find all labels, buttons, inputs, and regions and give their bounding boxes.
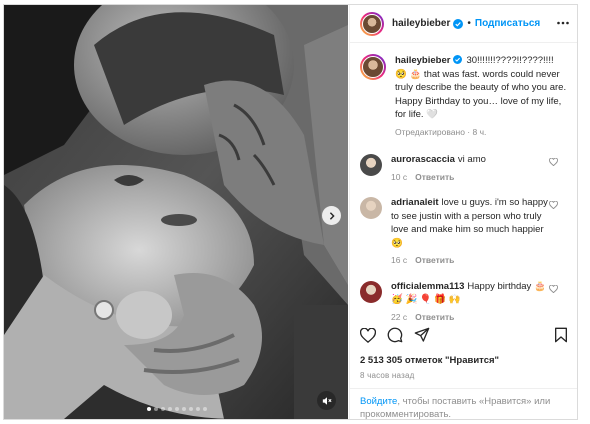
- author-avatar[interactable]: [360, 11, 384, 36]
- action-bar: [360, 323, 568, 347]
- comment-time: 16 с: [391, 255, 408, 265]
- likes-count[interactable]: 2 513 305 отметок "Нравится": [360, 355, 499, 366]
- commenter-username[interactable]: officialemma113: [391, 281, 464, 292]
- carousel-dot: [168, 407, 172, 411]
- comment-time: 22 с: [391, 311, 408, 321]
- comment-time: 10 с: [391, 171, 408, 182]
- carousel-dot: [196, 407, 200, 411]
- comments-list: haileybieber 30!!!!!!!????!!????!!!! 🥺 🎂 …: [350, 44, 577, 321]
- carousel-dot: [154, 407, 158, 411]
- header-separator: •: [467, 18, 471, 29]
- bookmark-icon: [555, 327, 567, 343]
- post-media[interactable]: [4, 5, 348, 419]
- carousel-dot: [182, 407, 186, 411]
- comment-item: aurorascaccia vi amo 10 с Ответить: [360, 153, 568, 184]
- like-button[interactable]: [360, 327, 376, 343]
- comment-item: adrianaleit love u guys. i'm so happy to …: [360, 196, 568, 268]
- commenter-username[interactable]: adrianaleit: [391, 197, 439, 208]
- carousel-dot: [175, 407, 179, 411]
- next-slide-button[interactable]: [322, 206, 341, 225]
- reply-button[interactable]: Ответить: [415, 312, 454, 321]
- post-sidebar: haileybieber • Подписаться haileybieber 3…: [349, 5, 577, 419]
- muted-speaker-icon: [322, 396, 332, 405]
- post-dialog: haileybieber • Подписаться haileybieber 3…: [3, 4, 578, 420]
- verified-badge-icon: [453, 18, 464, 29]
- heart-icon: [360, 327, 376, 343]
- comment-like-icon[interactable]: [549, 201, 558, 209]
- login-link[interactable]: Войдите: [360, 396, 397, 407]
- comment-meta: 16 с Ответить: [391, 254, 554, 268]
- caption: haileybieber 30!!!!!!!????!!????!!!! 🥺 🎂 …: [360, 54, 568, 139]
- carousel-dot: [161, 407, 165, 411]
- comment-item: officialemma113 Happy birthday 🎂 🥳 🎉 🎈 🎁 …: [360, 280, 568, 321]
- carousel-dot: [189, 407, 193, 411]
- commenter-username[interactable]: aurorascaccia: [391, 154, 455, 165]
- save-button[interactable]: [554, 327, 568, 343]
- chevron-right-icon: [329, 211, 335, 220]
- post-header: haileybieber • Подписаться: [350, 5, 577, 43]
- follow-button[interactable]: Подписаться: [475, 18, 540, 29]
- carousel-dot: [147, 407, 151, 411]
- commenter-avatar[interactable]: [360, 154, 382, 176]
- comment-icon: [387, 327, 403, 343]
- verified-badge-icon: [453, 54, 463, 64]
- post-time[interactable]: 8 часов назад: [360, 371, 414, 380]
- commenter-avatar[interactable]: [360, 197, 382, 219]
- caption-username[interactable]: haileybieber: [395, 55, 450, 66]
- comment-like-icon[interactable]: [549, 284, 558, 293]
- post-photo: [4, 5, 348, 419]
- commenter-avatar[interactable]: [360, 280, 382, 303]
- share-icon: [414, 327, 430, 342]
- reply-button[interactable]: Ответить: [415, 255, 454, 265]
- carousel-indicator: [147, 407, 207, 411]
- comment-button[interactable]: [387, 327, 403, 343]
- author-username[interactable]: haileybieber: [392, 18, 450, 29]
- reply-button[interactable]: Ответить: [415, 172, 454, 182]
- caption-meta: Отредактировано · 8 ч.: [395, 126, 487, 137]
- caption-avatar[interactable]: [360, 54, 386, 80]
- more-options-icon[interactable]: [557, 17, 569, 29]
- comment-meta: 10 с Ответить: [391, 171, 554, 185]
- carousel-dot: [203, 407, 207, 411]
- login-prompt: Войдите, чтобы поставить «Нравится» или …: [350, 388, 577, 419]
- comment-like-icon[interactable]: [549, 158, 558, 166]
- share-button[interactable]: [414, 327, 430, 343]
- comment-text: vi amo: [457, 154, 486, 165]
- comment-meta: 22 с Ответить: [391, 311, 554, 321]
- mute-button[interactable]: [317, 391, 336, 410]
